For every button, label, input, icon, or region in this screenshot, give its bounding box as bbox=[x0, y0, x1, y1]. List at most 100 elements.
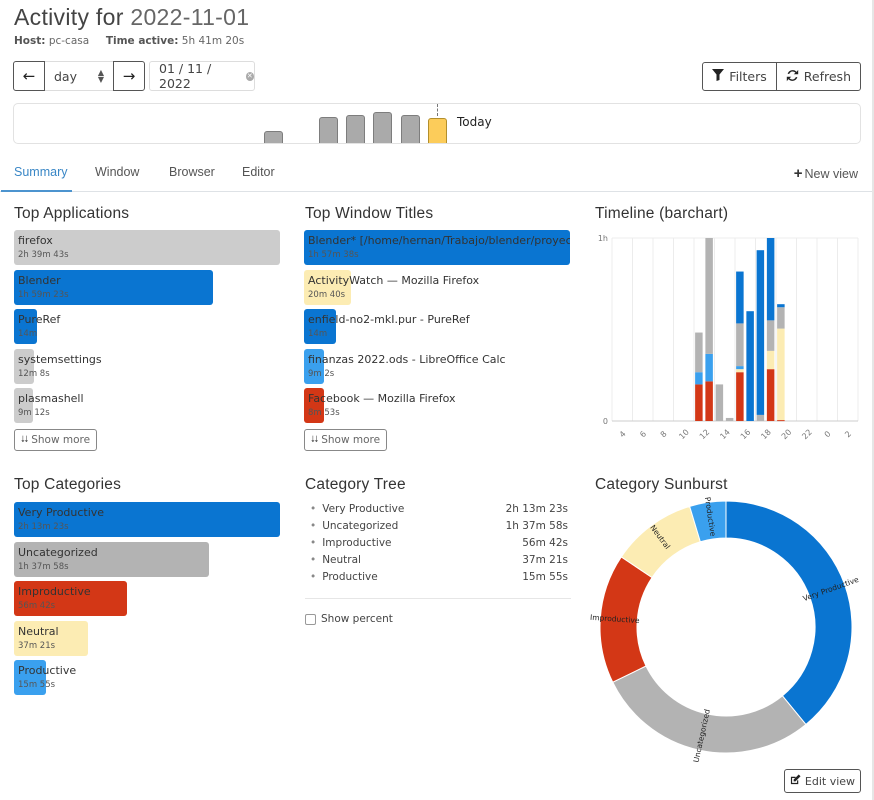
apps-show-more-button[interactable]: ⮇ Show more bbox=[14, 429, 98, 451]
y-tick-label: 1h bbox=[598, 234, 608, 243]
page-title: Activity for 2022-11-01 bbox=[14, 4, 250, 30]
tree-row-duration: 15m 55s bbox=[522, 571, 568, 583]
refresh-label: Refresh bbox=[803, 69, 851, 84]
list-item[interactable]: Uncategorized 1h 37m 58s bbox=[14, 541, 280, 577]
item-duration: 1h 57m 38s bbox=[308, 250, 359, 260]
item-name: Uncategorized bbox=[18, 545, 98, 559]
timeline-bar-segment[interactable] bbox=[695, 332, 703, 373]
filters-button[interactable]: Filters bbox=[703, 63, 775, 90]
host-label: Host: bbox=[14, 35, 46, 47]
timeline-bar-segment[interactable] bbox=[736, 271, 744, 324]
timeline-bar-segment[interactable] bbox=[756, 414, 765, 421]
item-duration: 37m 21s bbox=[18, 640, 56, 651]
timeline-bar-segment[interactable] bbox=[736, 369, 744, 373]
timeline-bar-segment[interactable] bbox=[777, 304, 785, 308]
period-bar-today[interactable] bbox=[428, 118, 447, 143]
list-item[interactable]: ActivityWatch — Mozilla Firefox 20m 40s bbox=[304, 269, 570, 305]
refresh-button[interactable]: Refresh bbox=[775, 63, 860, 90]
item-name: Blender* [/home/hernan/Trabajo/blender/p… bbox=[308, 234, 570, 247]
sunburst-segment[interactable] bbox=[612, 665, 807, 754]
timeline-bar-segment[interactable] bbox=[777, 307, 785, 329]
timeline-bar-segment[interactable] bbox=[695, 384, 703, 421]
y-tick-label: 0 bbox=[603, 417, 608, 426]
item-duration: 8m 53s bbox=[308, 408, 340, 419]
clear-date-icon[interactable]: ✕ bbox=[245, 71, 254, 81]
top-applications-list: firefox 2h 39m 43s Blender 1h 59m 23s PureRe… bbox=[14, 230, 280, 428]
show-percent-checkbox[interactable] bbox=[305, 613, 316, 625]
filter-icon bbox=[712, 69, 725, 84]
timeline-bar-segment[interactable] bbox=[766, 238, 775, 321]
tree-row-duration: 1h 37m 58s bbox=[505, 520, 568, 532]
list-item[interactable]: Blender 1h 59m 23s bbox=[14, 269, 280, 305]
list-item[interactable]: Very Productive 2h 13m 23s bbox=[14, 502, 280, 537]
period-usage-bar[interactable]: Today bbox=[13, 103, 861, 144]
time-active-label: Time active: bbox=[105, 35, 179, 47]
item-duration: 9m 2s bbox=[308, 368, 335, 379]
timeline-bar-segment[interactable] bbox=[705, 381, 713, 421]
list-item[interactable]: systemsettings 12m 8s bbox=[14, 348, 280, 384]
tree-row[interactable]: Productive 15m 55s bbox=[310, 571, 568, 588]
period-select-value: day bbox=[54, 68, 77, 84]
previous-period-button[interactable]: ← bbox=[13, 61, 45, 91]
timeline-bar-segment[interactable] bbox=[777, 420, 785, 422]
timeline-bar-segment[interactable] bbox=[766, 369, 775, 421]
list-item[interactable]: finanzas 2022.ods - LibreOffice Calc 9m 2… bbox=[304, 348, 570, 384]
timeline-bar-segment[interactable] bbox=[777, 328, 785, 421]
timeline-bar-segment[interactable] bbox=[705, 238, 713, 354]
tab-editor[interactable]: Editor bbox=[242, 165, 275, 179]
list-item[interactable]: Neutral 37m 21s bbox=[14, 620, 280, 656]
tree-row[interactable]: Improductive 56m 42s bbox=[310, 537, 568, 554]
tree-row[interactable]: Neutral 37m 21s bbox=[310, 554, 568, 571]
period-bar[interactable] bbox=[346, 115, 365, 143]
timeline-bar-segment[interactable] bbox=[756, 250, 765, 415]
windows-show-more-button[interactable]: ⮇ Show more bbox=[304, 429, 388, 451]
list-item[interactable]: Improductive 56m 42s bbox=[14, 581, 280, 617]
timeline-bar-segment[interactable] bbox=[736, 323, 744, 367]
tab-window[interactable]: Window bbox=[95, 165, 139, 179]
tree-row-name: Uncategorized bbox=[310, 520, 398, 537]
list-item[interactable]: PureRef 14m bbox=[14, 309, 280, 345]
timeline-bar-segment[interactable] bbox=[746, 311, 754, 421]
timeline-bar-segment[interactable] bbox=[766, 350, 775, 370]
x-tick-label: 2 bbox=[843, 429, 853, 439]
show-percent-toggle[interactable]: Show percent bbox=[305, 613, 393, 625]
edit-view-button[interactable]: Edit view bbox=[784, 769, 861, 793]
timeline-bar-segment[interactable] bbox=[725, 417, 734, 421]
timeline-bar-segment[interactable] bbox=[695, 372, 703, 385]
top-applications-title: Top Applications bbox=[14, 205, 130, 222]
timeline-bar-segment[interactable] bbox=[766, 320, 775, 351]
list-item[interactable]: enfield-no2-mkI.pur - PureRef 14m bbox=[304, 309, 570, 345]
list-item[interactable]: Blender* [/home/hernan/Trabajo/blender/p… bbox=[304, 230, 570, 265]
host-info: Host: pc-casa Time active: 5h 41m 20s bbox=[14, 35, 244, 47]
list-item[interactable]: Productive 15m 55s bbox=[14, 660, 280, 696]
item-duration: 14m bbox=[18, 329, 38, 340]
timeline-bar-segment[interactable] bbox=[736, 372, 744, 421]
top-categories-list: Very Productive 2h 13m 23s Uncategorized 1h… bbox=[14, 502, 280, 700]
tree-row[interactable]: Uncategorized 1h 37m 58s bbox=[310, 520, 568, 537]
list-item[interactable]: Facebook — Mozilla Firefox 8m 53s bbox=[304, 388, 570, 424]
period-bar[interactable] bbox=[401, 115, 420, 143]
x-tick-label: 20 bbox=[780, 428, 794, 442]
list-item[interactable]: firefox 2h 39m 43s bbox=[14, 230, 280, 265]
new-view-button[interactable]: + New view bbox=[794, 165, 858, 182]
timeline-bar-segment[interactable] bbox=[705, 353, 713, 382]
tab-browser[interactable]: Browser bbox=[169, 165, 215, 179]
sunburst-segment[interactable] bbox=[725, 500, 853, 726]
arrow-right-icon: → bbox=[122, 67, 136, 85]
x-tick-label: 10 bbox=[677, 428, 691, 442]
x-tick-label: 0 bbox=[823, 429, 833, 439]
period-bar[interactable] bbox=[373, 112, 392, 143]
date-input[interactable]: 01 / 11 / 2022 ✕ bbox=[149, 61, 255, 91]
timeline-barchart: 01h4 6 8 10 12 14 16 18 20 22 0 2 bbox=[598, 234, 859, 442]
tree-row[interactable]: Very Productive 2h 13m 23s bbox=[310, 503, 568, 520]
period-select[interactable]: day ▲ ▼ bbox=[45, 61, 113, 91]
tab-summary[interactable]: Summary bbox=[14, 165, 67, 179]
time-active-value: 5h 41m 20s bbox=[181, 35, 245, 47]
timeline-bar-segment[interactable] bbox=[736, 366, 744, 370]
tree-row-duration: 37m 21s bbox=[522, 554, 568, 566]
next-period-button[interactable]: → bbox=[113, 61, 145, 91]
list-item[interactable]: plasmashell 9m 12s bbox=[14, 388, 280, 424]
period-bar[interactable] bbox=[319, 117, 338, 143]
period-bar[interactable] bbox=[264, 131, 283, 143]
timeline-bar-segment[interactable] bbox=[715, 384, 724, 421]
